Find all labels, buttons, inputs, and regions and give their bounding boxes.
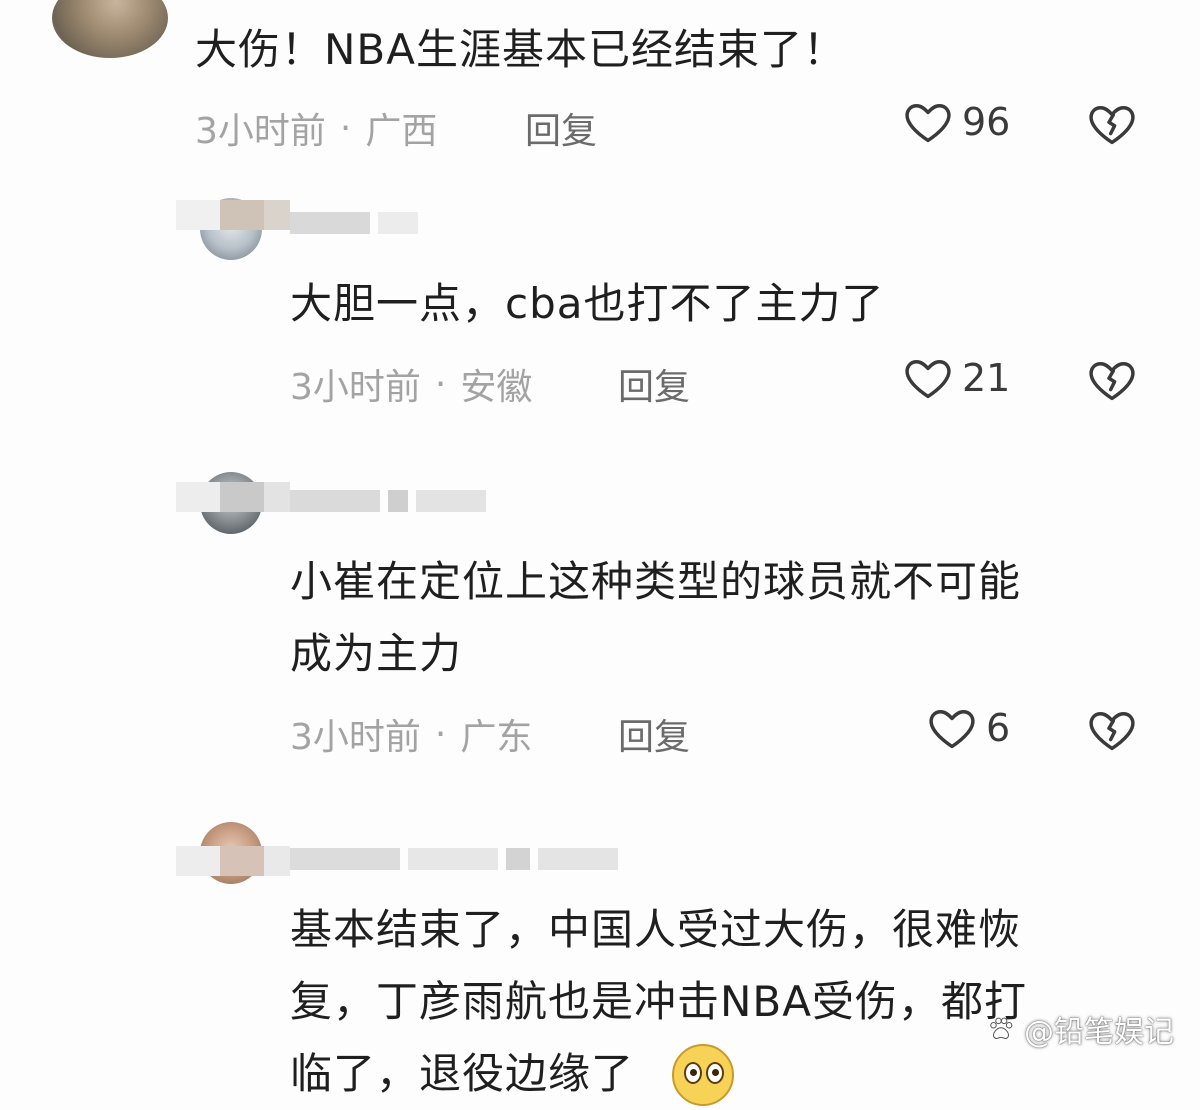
meta-separator: · xyxy=(434,713,447,755)
heart-outline-icon xyxy=(905,360,951,399)
comment-text-line-2: 成为主力 xyxy=(290,629,463,678)
dislike-button[interactable] xyxy=(1086,98,1138,154)
like-count: 6 xyxy=(986,706,1011,750)
meta-separator: · xyxy=(339,107,352,149)
meta-separator: · xyxy=(434,363,447,405)
like-count: 96 xyxy=(962,100,1011,144)
like-button[interactable]: 96 xyxy=(902,96,1010,148)
username-blurred xyxy=(290,482,486,520)
like-count: 21 xyxy=(962,356,1011,400)
username-blurred xyxy=(290,204,418,242)
like-button[interactable]: 6 xyxy=(926,702,1010,754)
watermark: @铅笔娱记 xyxy=(986,1007,1174,1051)
broken-heart-icon xyxy=(1089,362,1135,401)
dislike-button[interactable] xyxy=(1086,704,1138,760)
comment-text-line-1: 基本结束了，中国人受过大伤，很难恢 xyxy=(290,905,1022,954)
comment-location: 广东 xyxy=(460,717,533,758)
comment-time: 3小时前 xyxy=(195,111,326,152)
avatar-mosaic xyxy=(176,482,290,512)
comment-text: 大胆一点，cba也打不了主力了 xyxy=(290,279,885,328)
dislike-button[interactable] xyxy=(1086,354,1138,410)
reply-button[interactable]: 回复 xyxy=(618,358,690,410)
comment-time: 3小时前 xyxy=(290,367,421,408)
comment-meta: 3小时前 · 安徽 xyxy=(290,358,532,410)
broken-heart-icon xyxy=(1089,712,1135,751)
reply-button[interactable]: 回复 xyxy=(618,708,690,760)
heart-outline-icon xyxy=(929,710,975,749)
watermark-text: @铅笔娱记 xyxy=(1024,1015,1174,1050)
comment-text: 大伤！NBA生涯基本已经结束了！ xyxy=(195,25,846,74)
comment-text-line-2: 复，丁彦雨航也是冲击NBA受伤，都打 xyxy=(290,977,1027,1026)
comment-text-line-1: 小崔在定位上这种类型的球员就不可能 xyxy=(290,557,1022,606)
comment-text-line-3: 临了，退役边缘了 xyxy=(290,1049,635,1098)
comment-time: 3小时前 xyxy=(290,717,421,758)
username-blurred xyxy=(290,840,618,878)
comment-meta: 3小时前 · 广西 xyxy=(195,102,437,154)
astonished-face-emoji xyxy=(672,1044,734,1106)
broken-heart-icon xyxy=(1089,106,1135,145)
reply-button[interactable]: 回复 xyxy=(525,102,597,154)
comment-location: 广西 xyxy=(365,111,438,152)
avatar[interactable] xyxy=(52,0,168,58)
avatar-mosaic xyxy=(176,846,290,876)
like-button[interactable]: 21 xyxy=(902,352,1010,404)
heart-outline-icon xyxy=(905,104,951,143)
paw-icon xyxy=(990,1017,1013,1039)
comment-meta: 3小时前 · 广东 xyxy=(290,708,532,760)
comment-location: 安徽 xyxy=(460,367,533,408)
avatar-mosaic xyxy=(176,200,290,230)
